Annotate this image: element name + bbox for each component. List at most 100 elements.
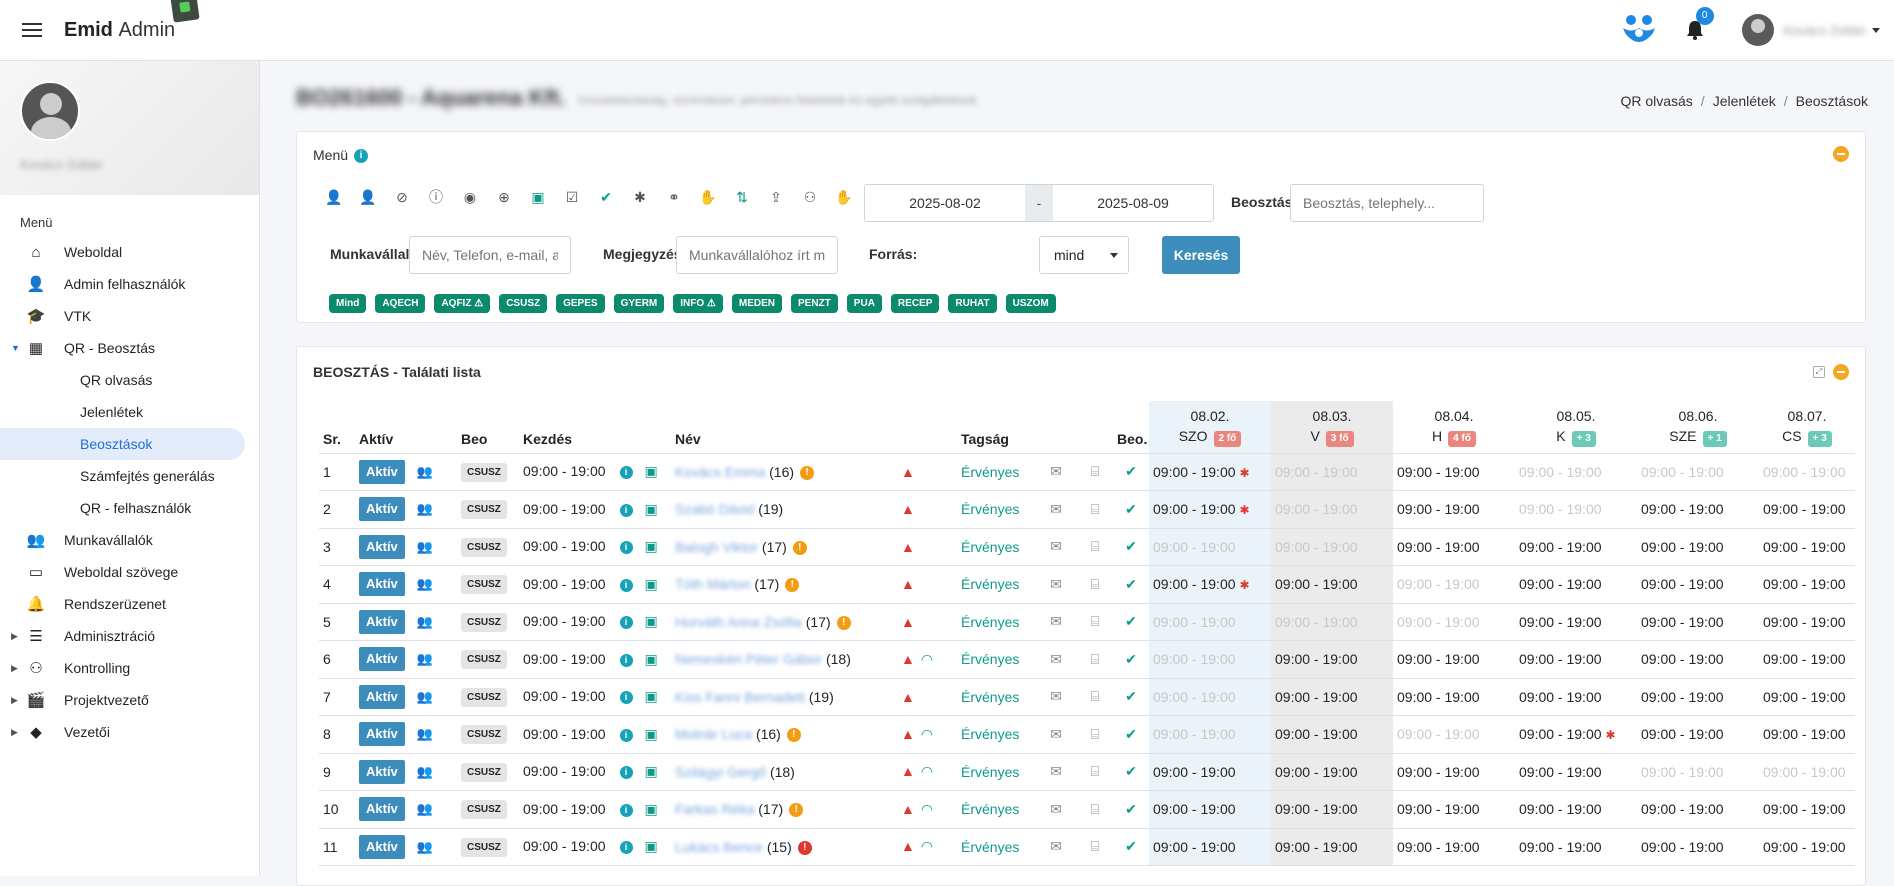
sidebar-subitem-jelenletek[interactable]: Jelenlétek [0, 396, 259, 428]
employee-name-link[interactable]: Nemeskéri Péter Gábor [675, 651, 822, 667]
shift-cell[interactable]: 09:00 - 19:00 [1637, 528, 1759, 566]
table-row[interactable]: 1 Aktív 👥 CSUSZ 09:00 - 19:00 i ▣ Kovács Emma (… [319, 453, 1855, 491]
status-aktiv-button[interactable]: Aktív [359, 797, 405, 822]
sidebar-item-kontrolling[interactable]: ▶ ⚇ Kontrolling [0, 652, 259, 684]
notifications-bell-icon[interactable]: 0 [1684, 7, 1714, 41]
status-aktiv-button[interactable]: Aktív [359, 534, 405, 559]
calendar-check-icon[interactable]: ▣ [521, 184, 555, 210]
membership-status[interactable]: Érvényes [961, 689, 1019, 705]
bed-icon[interactable]: ⌸ [1077, 828, 1113, 866]
group-icon[interactable]: ⚇ [793, 184, 827, 210]
envelope-icon[interactable]: ✉ [1035, 828, 1077, 866]
shift-cell[interactable]: 09:00 - 19:00 [1759, 715, 1855, 754]
warning-dot-icon[interactable]: ! [792, 540, 807, 555]
handshake-icon[interactable]: ⚭ [657, 184, 691, 210]
membership-status[interactable]: Érvényes [961, 464, 1019, 480]
sidebar-item-qr-beosztas[interactable]: ▼ ▦ QR - Beosztás [0, 332, 259, 364]
employee-name-link[interactable]: Lukács Bence [675, 839, 763, 855]
warning-dot-icon[interactable]: ! [800, 465, 815, 480]
shift-cell[interactable]: 09:00 - 19:00 [1393, 640, 1515, 679]
users-icon[interactable]: 👥 [417, 539, 433, 554]
info-circle-icon[interactable]: ⓘ [419, 184, 453, 210]
day-header-0803[interactable]: 08.03. V 3 fő [1271, 401, 1393, 454]
warning-triangle-icon[interactable]: ▲ [901, 801, 915, 817]
shift-cell[interactable]: 09:00 - 19:00 [1393, 565, 1515, 604]
day-header-0806[interactable]: 08.06. SZE + 1 [1637, 401, 1759, 454]
employee-name-link[interactable]: Szilágyi Gergő [675, 764, 766, 780]
status-aktiv-button[interactable]: Aktív [359, 459, 405, 484]
warning-dot-icon[interactable]: ! [785, 578, 800, 593]
bed-icon[interactable]: ⌸ [1077, 565, 1113, 604]
warning-triangle-icon[interactable]: ▲ [901, 464, 915, 480]
user-check-icon[interactable]: ✔ [1113, 640, 1149, 679]
info-icon[interactable]: i [619, 803, 633, 817]
contact-card-icon[interactable]: ▣ [645, 651, 658, 667]
shift-cell[interactable]: 09:00 - 19:00 [1515, 565, 1637, 604]
employee-name-link[interactable]: Balogh Viktor [675, 539, 758, 555]
bed-icon[interactable]: ⌸ [1077, 790, 1113, 829]
table-row[interactable]: 5 Aktív 👥 CSUSZ 09:00 - 19:00 i ▣ Horváth Anna … [319, 603, 1855, 641]
shift-cell[interactable]: 09:00 - 19:00 [1149, 640, 1271, 679]
warning-triangle-icon[interactable]: ▲ [901, 539, 915, 555]
shift-cell[interactable]: 09:00 - 19:00 [1759, 565, 1855, 604]
users-icon[interactable]: 👥 [417, 689, 433, 704]
user-check-icon[interactable]: ✔ [1113, 453, 1149, 491]
shift-cell[interactable]: 09:00 - 19:00 [1637, 828, 1759, 866]
shift-cell[interactable]: 09:00 - 19:00 [1759, 678, 1855, 716]
sidebar-subitem-qr-olvasas[interactable]: QR olvasás [0, 364, 259, 396]
shift-cell[interactable]: 09:00 - 19:00 [1637, 565, 1759, 604]
warning-triangle-icon[interactable]: ▲ [901, 651, 915, 667]
shift-cell[interactable]: 09:00 - 19:00 ✱ [1515, 715, 1637, 754]
table-row[interactable]: 3 Aktív 👥 CSUSZ 09:00 - 19:00 i ▣ Balogh Viktor… [319, 528, 1855, 566]
shift-cell[interactable]: 09:00 - 19:00 [1759, 828, 1855, 866]
shift-cell[interactable]: 09:00 - 19:00 [1149, 603, 1271, 641]
sidebar-item-projektvezeto[interactable]: ▶ 🎬 Projektvezető [0, 684, 259, 716]
sidebar-item-vtk[interactable]: 🎓 VTK [0, 300, 259, 332]
contact-card-icon[interactable]: ▣ [645, 613, 658, 629]
sidebar-item-weboldal-szovege[interactable]: ▭ Weboldal szövege [0, 556, 259, 588]
users-icon[interactable]: 👥 [417, 764, 433, 779]
warning-triangle-icon[interactable]: ▲ [901, 838, 915, 854]
info-icon[interactable]: i [619, 691, 633, 705]
status-aktiv-button[interactable]: Aktív [359, 647, 405, 672]
shift-cell[interactable]: 09:00 - 19:00 [1271, 453, 1393, 491]
shift-cell[interactable]: 09:00 - 19:00 [1271, 828, 1393, 866]
col-beo2[interactable]: Beo. [1113, 401, 1149, 454]
shift-cell[interactable]: 09:00 - 19:00 [1515, 640, 1637, 679]
shift-cell[interactable]: 09:00 - 19:00 [1271, 678, 1393, 716]
shift-cell[interactable]: 09:00 - 19:00 [1393, 490, 1515, 529]
employee-name-link[interactable]: Horváth Anna Zsófia [675, 614, 802, 630]
envelope-icon[interactable]: ✉ [1035, 528, 1077, 566]
users-icon[interactable]: 👥 [417, 651, 433, 666]
contact-card-icon[interactable]: ▣ [645, 726, 658, 742]
chip-mind[interactable]: Mind [329, 294, 367, 313]
beo-badge[interactable]: CSUSZ [461, 612, 507, 632]
shift-cell[interactable]: 09:00 - 19:00 [1271, 753, 1393, 791]
shift-cell[interactable]: 09:00 - 19:00 [1759, 490, 1855, 529]
chip-recep[interactable]: RECEP [890, 294, 940, 313]
shift-cell[interactable]: 09:00 - 19:00 [1759, 753, 1855, 791]
contact-card-icon[interactable]: ▣ [645, 501, 658, 517]
collapse-card-icon[interactable] [1833, 364, 1849, 380]
shift-cell[interactable]: 09:00 - 19:00 [1759, 528, 1855, 566]
col-kezdes[interactable]: Kezdés [519, 401, 671, 454]
bed-icon[interactable]: ⌸ [1077, 528, 1113, 566]
user-check-icon[interactable]: ✔ [1113, 490, 1149, 529]
sort-icon[interactable]: ⇅ [725, 184, 759, 210]
chip-uszom[interactable]: USZOM [1005, 294, 1056, 313]
chip-aqech[interactable]: AQECH [375, 294, 426, 313]
shift-cell[interactable]: 09:00 - 19:00 [1637, 753, 1759, 791]
col-tagsag[interactable]: Tagság [957, 401, 1035, 454]
sidebar-item-adminisztracio[interactable]: ▶ ☰ Adminisztráció [0, 620, 259, 652]
breadcrumb-jelenletek[interactable]: Jelenlétek [1713, 93, 1776, 109]
table-row[interactable]: 8 Aktív 👥 CSUSZ 09:00 - 19:00 i ▣ Molnár Luca (… [319, 715, 1855, 754]
shift-cell[interactable]: 09:00 - 19:00 [1393, 603, 1515, 641]
membership-status[interactable]: Érvényes [961, 801, 1019, 817]
day-header-0807[interactable]: 08.07. CS + 3 [1759, 401, 1855, 454]
add-user-icon[interactable]: 👤 [317, 184, 351, 210]
status-aktiv-button[interactable]: Aktív [359, 759, 405, 784]
bed-icon[interactable]: ⌸ [1077, 640, 1113, 679]
envelope-icon[interactable]: ✉ [1035, 490, 1077, 529]
chip-gyerm[interactable]: GYERM [613, 294, 665, 313]
shift-cell[interactable]: 09:00 - 19:00 [1393, 528, 1515, 566]
